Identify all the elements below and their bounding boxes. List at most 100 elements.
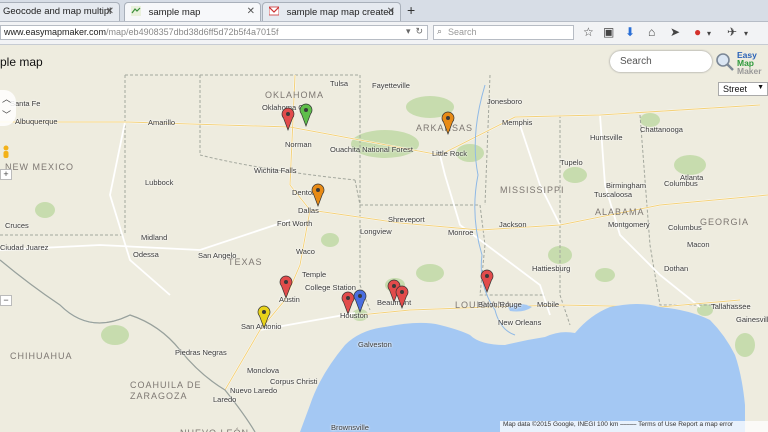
chevron-down-icon[interactable]: ▾ [707, 28, 711, 40]
city-label: Fayetteville [372, 81, 410, 90]
city-label: Lubbock [145, 178, 174, 187]
url-path: /map/eb4908357dbd38d6ff5d72b5f4a7015f [106, 27, 279, 37]
tab-gmail[interactable]: sample map map created ✕ [262, 2, 401, 21]
map-pin-marker-icon[interactable] [257, 305, 271, 329]
city-label: Jonesboro [487, 97, 523, 106]
map-search-input[interactable]: Search [610, 51, 712, 72]
state-label: COAHUILA DE [130, 380, 202, 390]
url-host: www.easymapmaker.com [4, 27, 107, 37]
city-label: Baton Rouge [478, 300, 522, 309]
city-label: Ciudad Juarez [0, 243, 49, 252]
search-button-icon[interactable] [715, 52, 735, 72]
map-pin-marker-icon[interactable] [279, 275, 293, 299]
zoom-out-button[interactable]: − [0, 295, 12, 306]
close-tab-icon[interactable]: ✕ [106, 6, 114, 17]
city-label: Odessa [133, 250, 159, 259]
extension-icon[interactable]: ✈ [727, 26, 737, 38]
tab-sample-map[interactable]: sample map ✕ [124, 2, 261, 21]
city-label: Tallahassee [711, 302, 751, 311]
street-view-pegman-icon[interactable] [2, 145, 10, 161]
city-label: Fort Worth [277, 219, 313, 228]
map-pin-marker-icon[interactable] [441, 111, 455, 135]
city-label: Columbus [664, 179, 698, 188]
tab-geocode[interactable]: Geocode and map multipl ✕ [0, 2, 120, 21]
star-icon[interactable]: ☆ [583, 26, 594, 38]
close-tab-icon[interactable]: ✕ [247, 6, 255, 17]
city-label: Tupelo [560, 158, 583, 167]
city-label: Shreveport [388, 215, 425, 224]
map-type-select[interactable]: Street ▼ [718, 82, 768, 96]
map-pin-marker-icon[interactable] [299, 103, 313, 127]
addon-icon[interactable]: ● [694, 26, 701, 38]
city-label: Brownsville [331, 423, 369, 432]
browser-tab-strip: Geocode and map multipl ✕ sample map ✕ s… [0, 0, 768, 22]
city-label: Huntsville [590, 133, 623, 142]
city-label: Cruces [5, 221, 29, 230]
reload-icon[interactable]: ▾ ↻ [406, 26, 423, 37]
zoom-in-button[interactable]: + [0, 169, 12, 180]
city-label: Waco [296, 247, 315, 256]
city-label: Montgomery [608, 220, 650, 229]
city-label: Laredo [213, 395, 237, 404]
new-tab-button[interactable]: + [407, 2, 415, 18]
pan-control[interactable]: ︿ ﹀ [0, 90, 16, 126]
browser-search-input[interactable]: ⌕ Search [433, 25, 574, 40]
state-label: MISSISSIPPI [500, 185, 565, 195]
map-pin-marker-icon[interactable] [480, 269, 494, 293]
reading-list-icon[interactable]: ▣ [603, 26, 614, 38]
city-label: Memphis [502, 118, 533, 127]
map-favicon-icon [131, 6, 141, 16]
city-label: Chattanooga [640, 125, 683, 134]
map-pin-marker-icon[interactable] [353, 289, 367, 313]
city-label: Galveston [358, 340, 392, 349]
city-label: Longview [360, 227, 392, 236]
map-attribution: Map data ©2015 Google, INEGI 100 km ⎯⎯⎯⎯… [500, 421, 768, 432]
easy-map-maker-logo: Easy Map Maker [737, 51, 762, 76]
city-label: Columbus [668, 223, 702, 232]
city-label: Albuquerque [15, 117, 58, 126]
city-label: Gainesville [736, 315, 768, 324]
city-label: Piedras Negras [175, 348, 227, 357]
city-label: Mobile [537, 300, 560, 309]
close-tab-icon[interactable]: ✕ [387, 6, 395, 17]
city-label: San Angelo [198, 251, 237, 260]
pan-down-icon[interactable]: ﹀ [2, 108, 11, 121]
city-label: Monroe [448, 228, 474, 237]
city-label: Tulsa [330, 79, 349, 88]
city-label: Ouachita National Forest [330, 145, 413, 154]
chevron-down-icon: ▼ [757, 84, 764, 91]
city-label: Monclova [247, 366, 280, 375]
pan-up-icon[interactable]: ︿ [2, 92, 11, 105]
home-icon[interactable]: ⌂ [648, 26, 655, 38]
search-icon: ⌕ [437, 26, 443, 36]
map-canvas[interactable]: OKLAHOMA ARKANSAS MISSISSIPPI ALABAMA GEORGI… [0, 45, 768, 432]
map-pin-marker-icon[interactable] [311, 183, 325, 207]
page-title: ple map [0, 55, 43, 69]
send-icon[interactable]: ➤ [670, 26, 680, 38]
city-label: New Orleans [498, 318, 542, 327]
url-bar[interactable]: www.easymapmaker.com/map/eb4908357dbd38d… [0, 25, 428, 40]
map-graphics [0, 74, 768, 432]
state-label: OKLAHOMA [265, 90, 325, 100]
city-label: Nuevo Laredo [230, 386, 278, 395]
logo-line-3: Maker [737, 66, 762, 76]
city-label: Dallas [298, 206, 319, 215]
city-label: Macon [687, 240, 710, 249]
city-label: Norman [285, 140, 312, 149]
state-label: GEORGIA [700, 217, 750, 227]
menu-icon[interactable]: ▾ [744, 28, 748, 40]
state-label: ZARAGOZA [130, 391, 188, 401]
navigation-bar: www.easymapmaker.com/map/eb4908357dbd38d… [0, 22, 768, 45]
city-label: Corpus Christi [270, 377, 318, 386]
tab-label: Geocode and map multipl [3, 6, 112, 17]
map-pin-marker-icon[interactable] [281, 107, 295, 131]
tab-label: sample map map created [286, 7, 394, 18]
city-label: Hattiesburg [532, 264, 571, 273]
city-label: Midland [141, 233, 168, 242]
map-pin-marker-icon[interactable] [395, 285, 409, 309]
state-label: NEW MEXICO [5, 162, 75, 172]
state-label: ALABAMA [595, 207, 645, 217]
mexico-border [0, 259, 256, 432]
city-label: Little Rock [432, 149, 468, 158]
download-icon[interactable]: ⬇ [625, 26, 635, 38]
